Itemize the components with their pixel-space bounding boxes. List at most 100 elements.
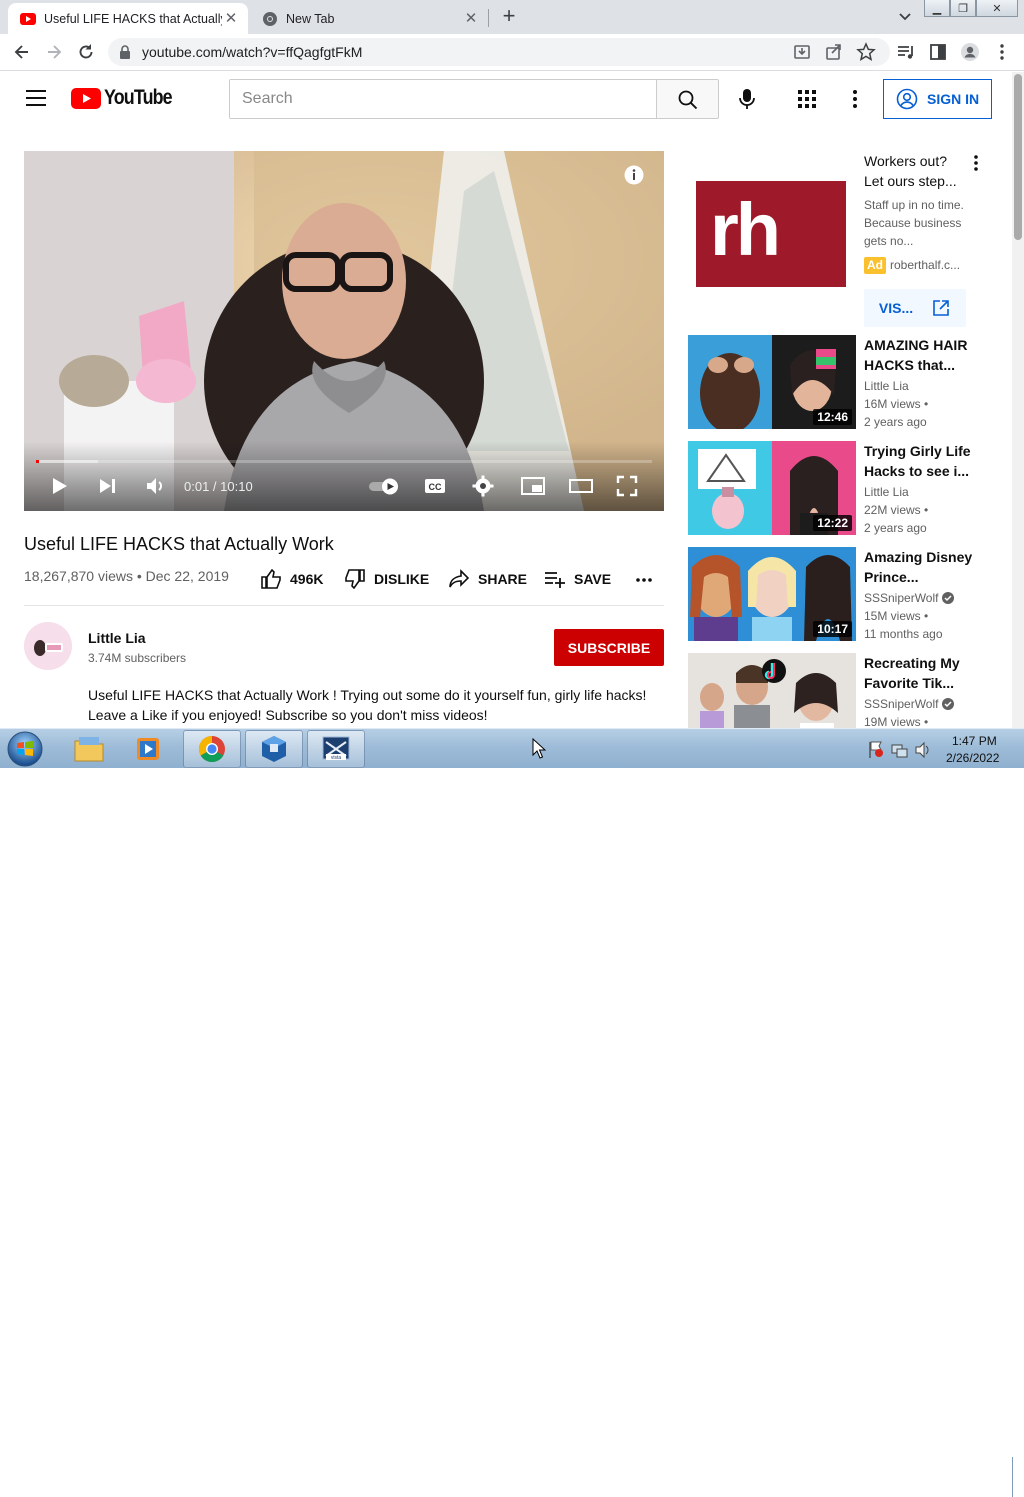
video-thumbnail[interactable]: 12:22 [688, 441, 856, 535]
progress-bar[interactable] [36, 460, 652, 463]
channel-name[interactable]: Little Lia [88, 630, 146, 646]
dislike-button[interactable]: DISLIKE [344, 569, 429, 589]
profile-avatar-icon[interactable] [960, 42, 980, 62]
search-input[interactable] [230, 80, 656, 118]
related-video-item[interactable]: 12:46 AMAZING HAIR HACKS that... Little … [688, 335, 1008, 431]
back-arrow-icon[interactable] [12, 42, 32, 62]
related-channel-name: Little Lia [864, 485, 909, 499]
scrollbar-thumb[interactable] [1014, 74, 1022, 240]
page-scrollbar[interactable] [1012, 72, 1024, 728]
action-center-flag-icon[interactable] [869, 741, 883, 758]
browser-tab-youtube[interactable]: Useful LIFE HACKS that Actually W ✕ [8, 3, 248, 34]
tab-search-chevron-icon[interactable] [896, 9, 914, 25]
related-video-title[interactable]: AMAZING HAIR HACKS that... [864, 335, 982, 375]
close-tab-icon[interactable]: ✕ [462, 10, 480, 28]
hamburger-menu-icon[interactable] [26, 90, 46, 106]
volume-icon[interactable] [144, 475, 166, 497]
external-link-icon [933, 300, 949, 316]
info-icon[interactable] [624, 165, 644, 185]
related-video-item[interactable]: 10:17 Amazing Disney Prince... SSSniperW… [688, 547, 1008, 643]
video-thumbnail[interactable]: 10:17 [688, 547, 856, 641]
video-duration: 12:46 [813, 409, 852, 425]
folder-icon [74, 737, 104, 762]
network-icon[interactable] [891, 744, 908, 758]
show-desktop-button[interactable] [1012, 1457, 1024, 1497]
video-player[interactable]: 0:01 / 10:10 CC [24, 151, 664, 511]
youtube-logo-icon[interactable] [71, 88, 101, 109]
settings-gear-icon[interactable] [472, 475, 494, 497]
ad-visit-button[interactable]: VIS... [864, 289, 966, 327]
youtube-wordmark[interactable]: YouTube [104, 86, 173, 110]
search-box[interactable] [229, 79, 657, 119]
share-arrow-icon [449, 569, 470, 588]
google-chrome-icon [198, 735, 225, 763]
window-close-button[interactable]: ✕ [976, 0, 1018, 17]
chrome-menu-icon[interactable] [992, 42, 1012, 62]
media-controls-icon[interactable] [896, 42, 916, 62]
clock-date[interactable]: 2/26/2022 [946, 751, 999, 765]
url-text: youtube.com/watch?v=ffQagfgtFkM [142, 44, 363, 60]
windows-start-button-icon[interactable] [4, 730, 46, 768]
lock-icon[interactable] [119, 45, 131, 59]
browser-tab-new-tab[interactable]: New Tab ✕ [250, 3, 488, 34]
subscribe-button[interactable]: SUBSCRIBE [554, 629, 664, 666]
related-video-title[interactable]: Amazing Disney Prince... [864, 547, 982, 587]
ad-title[interactable]: Workers out? Let ours step... [864, 151, 968, 191]
taskbar-vista-button[interactable]: vista [307, 730, 365, 768]
channel-avatar[interactable] [24, 622, 72, 670]
verified-check-icon [942, 592, 955, 604]
video-thumbnail[interactable]: 12:46 [688, 335, 856, 429]
theater-mode-icon[interactable] [568, 475, 594, 497]
forward-arrow-icon[interactable] [44, 42, 64, 62]
address-bar[interactable]: youtube.com/watch?v=ffQagfgtFkM [108, 38, 890, 66]
related-channel[interactable]: Little Lia [864, 379, 909, 393]
settings-more-icon[interactable] [845, 88, 865, 110]
save-button[interactable]: SAVE [544, 569, 611, 589]
related-channel[interactable]: Little Lia [864, 485, 909, 499]
more-actions-icon[interactable] [634, 569, 654, 589]
clock-time[interactable]: 1:47 PM [952, 734, 997, 748]
related-channel[interactable]: SSSniperWolf [864, 697, 955, 711]
minimize-button[interactable]: ▁ [924, 0, 950, 17]
microphone-icon[interactable] [736, 87, 758, 111]
taskbar-virtualbox-button[interactable] [245, 730, 303, 768]
channel-avatar-image [24, 622, 72, 670]
install-app-icon[interactable] [792, 42, 812, 62]
like-button[interactable]: 496K [260, 569, 323, 589]
apps-grid-icon[interactable] [797, 89, 817, 109]
taskbar-media-player-button[interactable] [120, 730, 178, 768]
share-page-icon[interactable] [824, 42, 844, 62]
restore-button[interactable]: ❐ [950, 0, 976, 17]
new-tab-button[interactable]: + [498, 5, 520, 28]
subscriber-count: 3.74M subscribers [88, 651, 187, 665]
ad-thumbnail[interactable]: rh [696, 181, 846, 287]
related-video-item[interactable]: Recreating My Favorite Tik... SSSniperWo… [688, 653, 1008, 728]
next-video-icon[interactable] [96, 475, 118, 497]
taskbar-chrome-button[interactable] [183, 730, 241, 768]
play-icon[interactable] [48, 475, 70, 497]
fullscreen-icon[interactable] [616, 475, 638, 497]
taskbar-explorer-button[interactable] [60, 730, 118, 768]
captions-icon[interactable]: CC [424, 475, 446, 497]
video-description: Useful LIFE HACKS that Actually Work ! T… [88, 687, 647, 723]
side-panel-icon[interactable] [928, 42, 948, 62]
youtube-favicon-icon [20, 12, 36, 25]
share-button[interactable]: SHARE [448, 569, 527, 589]
bookmark-star-icon[interactable] [856, 42, 876, 62]
related-video-title[interactable]: Trying Girly Life Hacks to see i... [864, 441, 982, 481]
related-video-title[interactable]: Recreating My Favorite Tik... [864, 653, 982, 693]
volume-tray-icon[interactable] [915, 741, 929, 759]
video-title: Useful LIFE HACKS that Actually Work [24, 534, 334, 554]
svg-text:vista: vista [331, 755, 342, 761]
ad-menu-icon[interactable] [966, 154, 986, 174]
close-tab-icon[interactable]: ✕ [222, 10, 240, 28]
reload-icon[interactable] [76, 42, 96, 62]
related-channel[interactable]: SSSniperWolf [864, 591, 955, 605]
video-thumbnail[interactable] [688, 653, 856, 728]
autoplay-toggle-icon[interactable] [368, 475, 402, 497]
tab-separator [488, 9, 489, 27]
search-button[interactable] [656, 79, 719, 119]
sign-in-button[interactable]: SIGN IN [883, 79, 992, 119]
miniplayer-icon[interactable] [520, 475, 546, 497]
related-video-item[interactable]: 12:22 Trying Girly Life Hacks to see i..… [688, 441, 1008, 537]
